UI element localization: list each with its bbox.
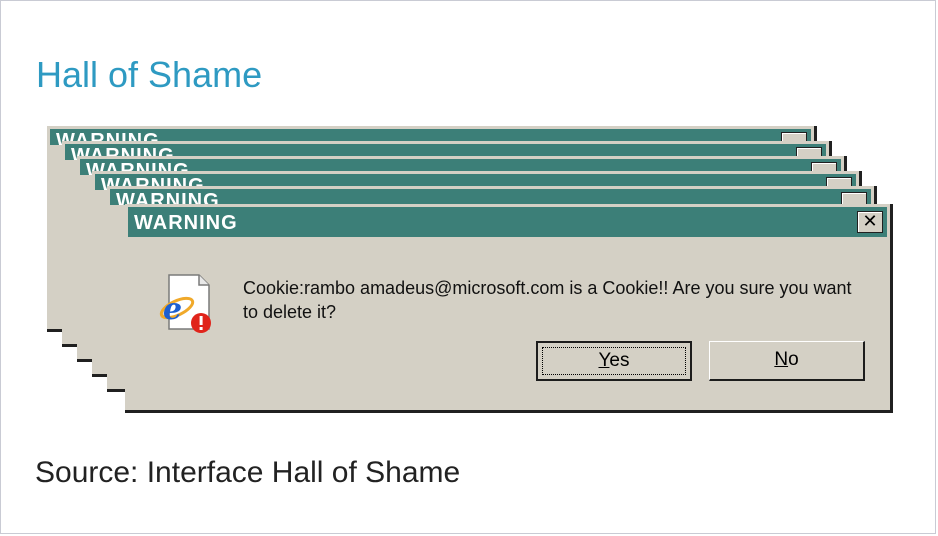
dialog-title: WARNING	[116, 190, 220, 205]
page-title: Hall of Shame	[36, 54, 263, 95]
image-caption: Source: Interface Hall of Shame	[35, 456, 461, 489]
focus-rectangle	[542, 347, 686, 375]
dialog-titlebar[interactable]: WARNING	[110, 189, 871, 205]
yes-button[interactable]: Yes	[536, 341, 692, 381]
dialog-titlebar[interactable]: WARNING ✕	[128, 207, 887, 237]
svg-text:e: e	[163, 292, 182, 327]
content-card: Hall of Shame WARNING WARNING WARNING WA…	[0, 0, 936, 534]
dialog-title: WARNING	[134, 212, 238, 234]
dialog-body: e Cookie:rambo amadeus@microsoft.com is …	[125, 240, 890, 410]
dialog-message: Cookie:rambo amadeus@microsoft.com is a …	[243, 278, 852, 322]
ie-document-error-icon: e	[159, 274, 211, 333]
no-button[interactable]: No	[709, 341, 865, 381]
warning-dialog: WARNING ✕ e Cookie:rambo amadeus@microso…	[125, 204, 893, 413]
close-button[interactable]: ✕	[857, 211, 883, 233]
